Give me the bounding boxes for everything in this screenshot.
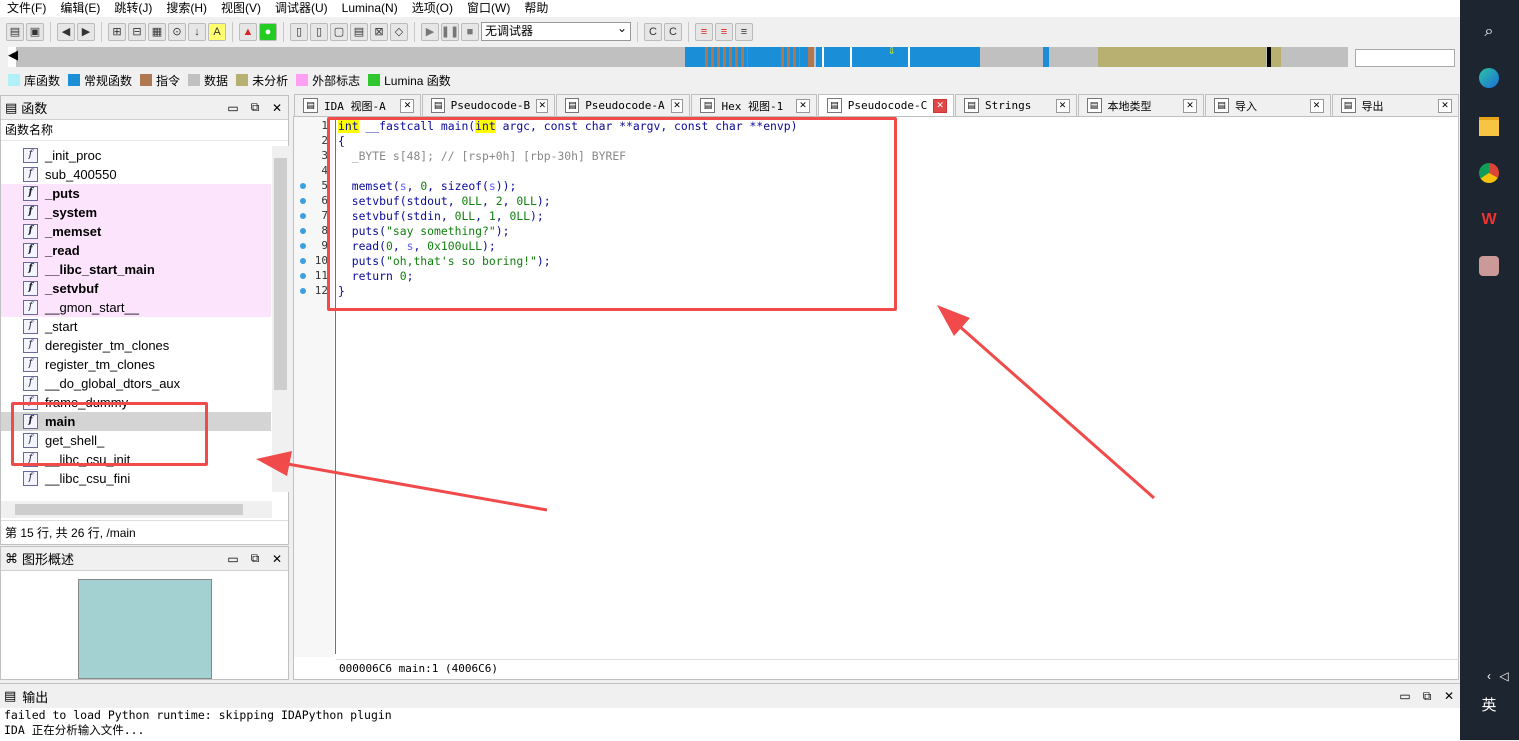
annotation-arrow-head	[256, 451, 292, 476]
ime-indicator[interactable]: 英	[1477, 692, 1501, 716]
user-app-icon[interactable]	[1477, 254, 1501, 278]
file-explorer-icon[interactable]	[1477, 114, 1501, 138]
chrome-icon[interactable]	[1477, 161, 1501, 185]
annotation-arrow-line	[957, 323, 1155, 500]
volume-icon[interactable]: ◁	[1492, 664, 1516, 688]
annotation-arrow-line	[281, 461, 548, 512]
edge-browser-icon[interactable]	[1477, 66, 1501, 90]
annotation-arrows	[256, 305, 1155, 512]
wps-icon[interactable]: W	[1477, 208, 1501, 232]
windows-taskbar: ⌕ W ‹ ◁ 英	[1460, 0, 1519, 740]
search-icon[interactable]: ⌕	[1477, 20, 1501, 44]
